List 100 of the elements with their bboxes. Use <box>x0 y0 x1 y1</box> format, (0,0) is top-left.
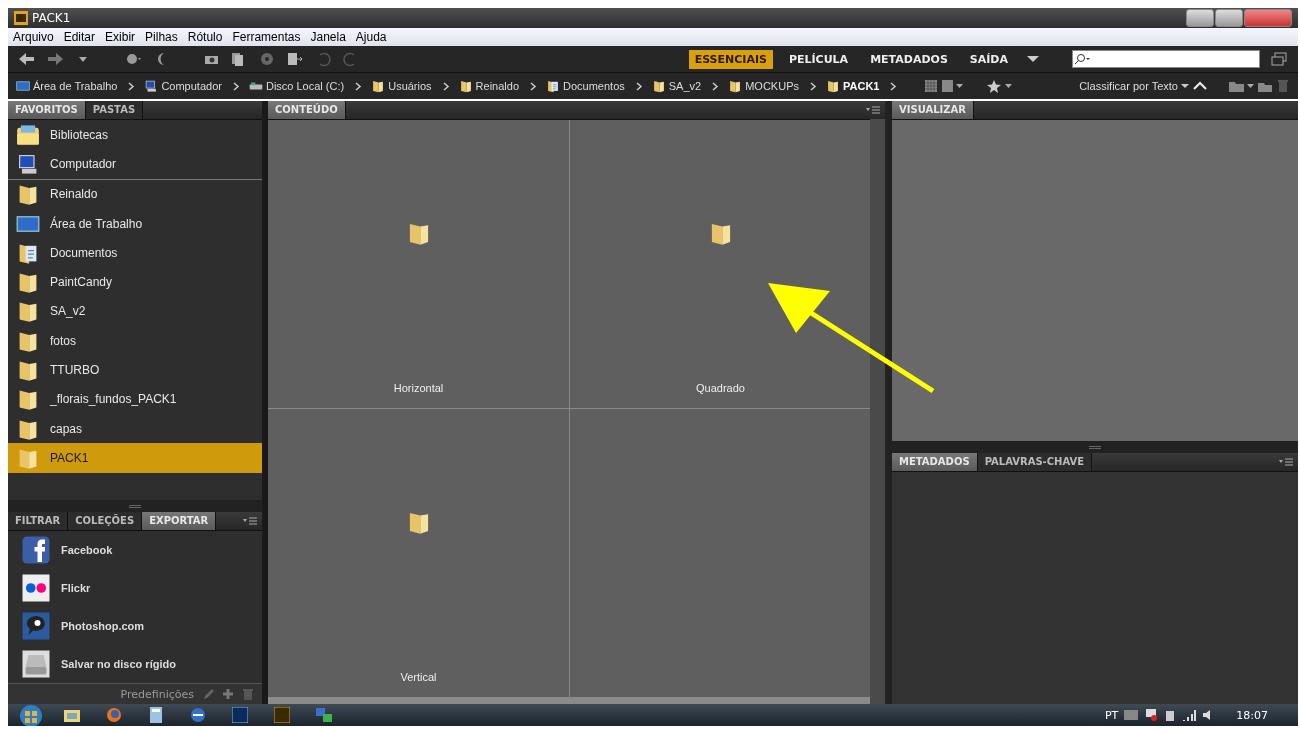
hard-drive-icon <box>21 649 51 679</box>
desktop-icon <box>16 79 30 93</box>
chevron-icon <box>355 81 363 91</box>
chevron-icon <box>635 81 643 91</box>
speech-bubble-icon <box>21 611 51 641</box>
forward-arrow-icon[interactable] <box>46 51 64 67</box>
back-arrow-icon[interactable] <box>18 51 36 67</box>
chevron-icon <box>232 81 240 91</box>
workspace-tab[interactable]: PELÍCULA <box>782 49 855 69</box>
panel-tab[interactable]: FILTRAR <box>8 512 69 530</box>
workspace-tab[interactable]: ESSENCIAIS <box>688 49 773 69</box>
sort-dropdown[interactable]: Classificar por Texto <box>1079 80 1178 92</box>
breadcrumb-item[interactable]: MOCKUPs <box>745 80 801 92</box>
document-arrow-icon[interactable] <box>286 51 304 67</box>
folder-thumbnail[interactable]: Vertical <box>268 409 569 697</box>
menu-item[interactable]: Ajuda <box>350 30 392 44</box>
favorite-item[interactable]: Área de Trabalho <box>8 208 262 239</box>
library-icon <box>16 122 40 147</box>
breadcrumb-item[interactable]: Documentos <box>563 80 627 92</box>
favorite-item[interactable]: Bibliotecas <box>8 120 262 150</box>
favorite-item[interactable]: _florais_fundos_PACK1 <box>8 384 262 414</box>
menu-item[interactable]: Janela <box>305 30 351 44</box>
favorite-item[interactable]: SA_v2 <box>8 296 262 327</box>
breadcrumb-item[interactable]: Área de Trabalho <box>33 80 120 92</box>
star-icon[interactable] <box>987 79 1014 93</box>
dropdown-caret-icon <box>1181 82 1189 90</box>
workspace-tab[interactable]: SAÍDA <box>963 49 1014 69</box>
favorite-item[interactable]: capas <box>8 413 262 444</box>
folder-icon <box>458 79 473 93</box>
menu-item[interactable]: Pilhas <box>140 30 183 44</box>
breadcrumb-item[interactable]: PACK1 <box>843 80 882 92</box>
panel-tab[interactable]: PALAVRAS-CHAVE <box>977 453 1093 471</box>
maximize-button[interactable] <box>1215 9 1243 27</box>
panel-tab[interactable]: VISUALIZAR <box>892 101 974 119</box>
folder-thumbnail[interactable]: Horizontal <box>268 120 569 408</box>
open-folder-icon[interactable] <box>1228 79 1254 93</box>
chevron-icon <box>530 81 537 91</box>
view-icon[interactable] <box>941 79 966 93</box>
breadcrumb-item[interactable]: Disco Local (C:) <box>265 80 347 92</box>
signal-icon[interactable] <box>1182 709 1197 721</box>
scrollbar[interactable] <box>870 119 885 704</box>
menu-item[interactable]: Ferramentas <box>227 30 306 44</box>
panel-menu-icon[interactable] <box>1279 458 1293 466</box>
app-tile-icon <box>274 707 290 723</box>
folder-thumbnail[interactable]: Quadrado <box>570 120 871 408</box>
favorite-item[interactable]: TTURBO <box>8 355 262 385</box>
breadcrumb-item[interactable]: Usuários <box>388 80 434 92</box>
panel-tab[interactable]: FAVORITOS <box>8 101 86 119</box>
panel-tab[interactable]: PASTAS <box>85 101 144 119</box>
export-item[interactable]: Facebook <box>8 531 262 569</box>
sort-ascending-icon[interactable] <box>1192 80 1208 92</box>
panel-menu-icon[interactable] <box>866 106 880 114</box>
menu-item[interactable]: Arquivo <box>8 30 59 44</box>
breadcrumb-item[interactable]: Computador <box>161 80 224 92</box>
export-item[interactable]: Salvar no disco rígido <box>8 645 262 683</box>
panel-tab[interactable]: METADADOS <box>892 453 978 471</box>
folder-icon <box>371 79 386 93</box>
panel-tab[interactable]: CONTEÚDO <box>268 101 346 119</box>
flickr-icon <box>21 573 51 603</box>
favorite-item[interactable]: PACK1 <box>8 443 262 473</box>
export-item[interactable]: Photoshop.com <box>8 607 262 645</box>
breadcrumb-item[interactable]: SA_v2 <box>668 80 704 92</box>
calculator-icon <box>150 707 162 723</box>
compact-mode-icon[interactable] <box>1270 51 1288 67</box>
folder-icon <box>651 79 666 93</box>
thumbnail-quality-icon[interactable] <box>924 79 939 93</box>
folder-icon <box>826 79 840 93</box>
favorite-item[interactable]: fotos <box>8 326 262 356</box>
panel-menu-icon[interactable] <box>243 517 257 525</box>
chevron-icon <box>442 81 450 91</box>
language-indicator[interactable]: PT <box>1104 708 1119 722</box>
facebook-icon <box>21 535 51 565</box>
window-title: PACK1 <box>32 11 71 25</box>
folder-icon <box>64 708 80 722</box>
plus-icon[interactable] <box>222 688 234 700</box>
favorite-item[interactable]: PaintCandy <box>8 267 262 297</box>
chevron-icon <box>890 81 898 91</box>
menu-item[interactable]: Rótulo <box>182 30 228 44</box>
export-item[interactable]: Flickr <box>8 569 262 607</box>
breadcrumb-item[interactable]: Reinaldo <box>475 80 521 92</box>
favorite-item[interactable]: Reinaldo <box>8 179 262 209</box>
app-tile-icon <box>232 707 248 723</box>
favorite-item[interactable]: Computador <box>8 149 262 179</box>
panel-tab[interactable]: EXPORTAR <box>142 512 217 530</box>
search-field[interactable] <box>1072 50 1260 68</box>
keyboard-icon[interactable] <box>1124 710 1139 720</box>
menu-item[interactable]: Exibir <box>100 30 141 44</box>
search-icon <box>1073 53 1091 65</box>
chevron-icon <box>712 81 720 91</box>
favorite-item[interactable]: Documentos <box>8 238 262 268</box>
panel-tab[interactable]: COLEÇÕES <box>68 512 143 530</box>
documents-icon <box>546 79 560 93</box>
menu-item[interactable]: Editar <box>58 30 101 44</box>
presets-label: Predefinições <box>120 687 194 701</box>
workspace-tab[interactable]: METADADOS <box>864 49 954 69</box>
app-logo-icon <box>14 11 28 25</box>
clock[interactable]: 18:07 <box>1222 708 1298 722</box>
folder-icon <box>728 79 743 93</box>
chevron-icon <box>128 81 136 91</box>
minimize-button[interactable] <box>1186 9 1214 27</box>
